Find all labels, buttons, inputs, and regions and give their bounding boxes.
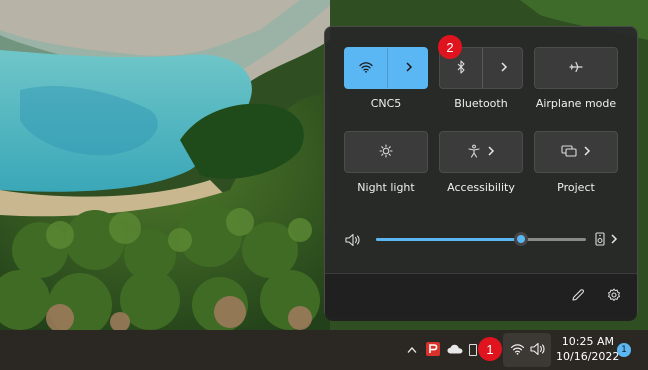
tray-wifi[interactable] xyxy=(509,333,525,367)
accessibility-tile-label: Accessibility xyxy=(447,181,515,194)
accessibility-tile[interactable] xyxy=(439,131,523,173)
airplane-mode-tile-label: Airplane mode xyxy=(535,97,617,110)
project-button[interactable] xyxy=(535,132,617,172)
bluetooth-expand-button[interactable] xyxy=(483,48,524,88)
bluetooth-tile-label: Bluetooth xyxy=(454,97,508,110)
wifi-toggle[interactable] xyxy=(345,48,387,88)
audio-device-icon xyxy=(595,232,605,249)
chevron-right-icon xyxy=(405,61,413,75)
tray-partial-icon[interactable] xyxy=(468,330,478,370)
pencil-icon xyxy=(571,289,585,305)
wifi-tile-label: CNC5 xyxy=(370,97,402,110)
airplane-mode-toggle[interactable] xyxy=(535,48,617,88)
night-light-icon xyxy=(379,143,393,161)
all-settings-button[interactable] xyxy=(607,288,621,305)
clock-time: 10:25 AM xyxy=(561,335,614,348)
accessibility-icon xyxy=(467,144,481,161)
wifi-icon xyxy=(510,343,525,358)
notification-count-badge[interactable]: 1 xyxy=(617,343,631,357)
tray-app-button[interactable] xyxy=(424,330,442,370)
speaker-icon xyxy=(530,342,546,359)
volume-slider-thumb[interactable] xyxy=(513,232,528,246)
project-tile[interactable] xyxy=(534,131,618,173)
speaker-icon[interactable] xyxy=(345,233,361,250)
project-icon xyxy=(561,144,577,160)
volume-slider-fill xyxy=(376,238,521,241)
accessibility-button[interactable] xyxy=(440,132,522,172)
chevron-right-icon xyxy=(500,61,508,75)
chevron-right-icon xyxy=(583,145,591,159)
onedrive-cloud-icon xyxy=(447,344,463,357)
night-light-tile[interactable] xyxy=(344,131,428,173)
audio-output-button[interactable] xyxy=(595,232,618,249)
show-hidden-icons-button[interactable] xyxy=(404,330,420,370)
tray-volume[interactable] xyxy=(529,333,547,367)
wifi-expand-button[interactable] xyxy=(388,48,429,88)
edit-quick-settings-button[interactable] xyxy=(571,288,585,305)
volume-slider[interactable] xyxy=(376,232,586,246)
night-light-toggle[interactable] xyxy=(345,132,427,172)
quick-settings-footer xyxy=(325,273,637,321)
clock-date: 10/16/2022 xyxy=(556,350,620,363)
chevron-right-icon xyxy=(487,145,495,159)
wifi-icon xyxy=(359,61,373,76)
night-light-tile-label: Night light xyxy=(357,181,415,194)
gear-icon xyxy=(607,288,621,305)
chevron-up-icon xyxy=(407,344,417,357)
project-tile-label: Project xyxy=(557,181,595,194)
wifi-tile[interactable] xyxy=(344,47,428,89)
bluetooth-icon xyxy=(456,59,466,77)
tray-app-icon xyxy=(469,344,477,356)
chevron-right-icon xyxy=(610,234,618,247)
airplane-icon xyxy=(569,61,583,76)
airplane-mode-tile[interactable] xyxy=(534,47,618,89)
onedrive-button[interactable] xyxy=(446,330,464,370)
app-icon xyxy=(426,341,440,359)
step-badge-1: 1 xyxy=(478,337,502,361)
taskbar-clock[interactable]: 10:25 AM 10/16/2022 xyxy=(556,334,620,364)
step-badge-2: 2 xyxy=(438,35,462,59)
